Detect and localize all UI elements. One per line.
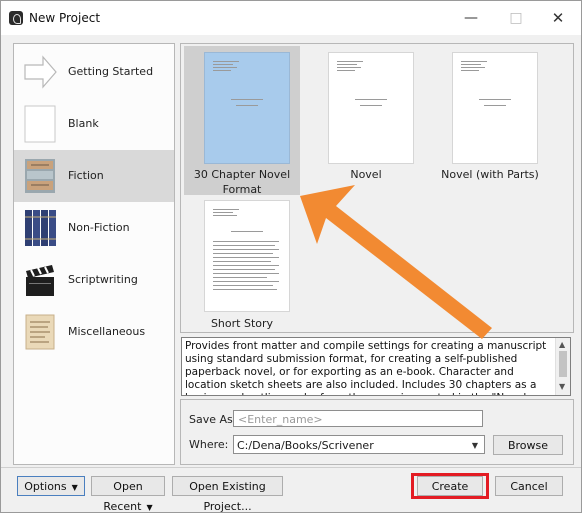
annotation-arrow <box>300 185 492 339</box>
